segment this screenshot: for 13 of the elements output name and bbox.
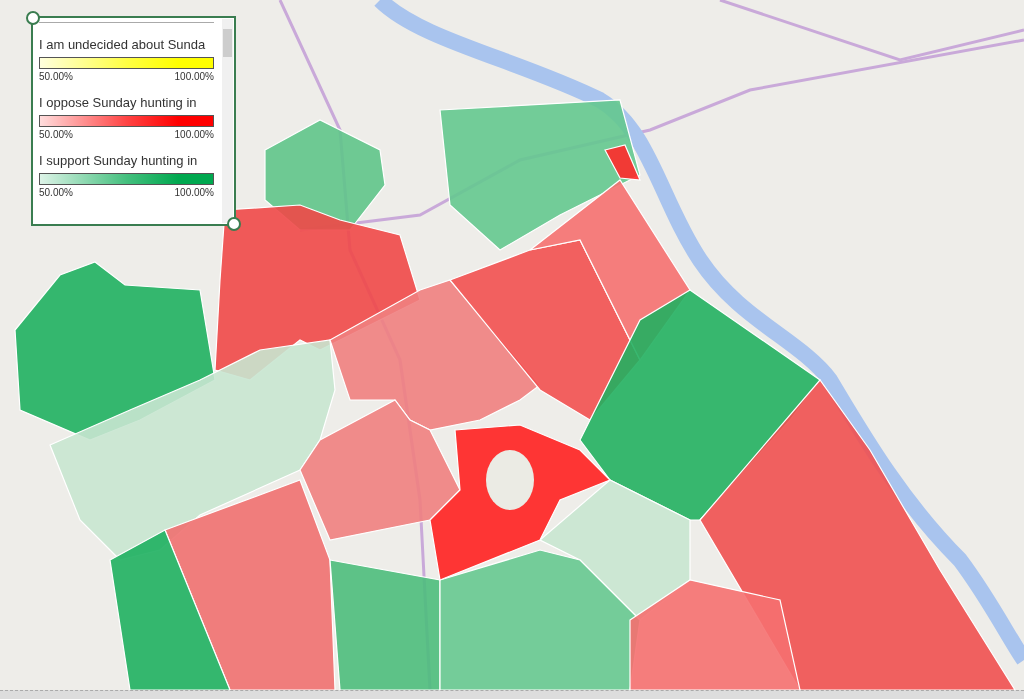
resize-handle[interactable] [26,11,40,25]
max-label: 100.00% [174,71,214,82]
min-label: 50.00% [39,71,73,82]
town-area [486,450,534,510]
min-label: 50.00% [39,129,73,140]
scroll-bar[interactable] [222,19,233,223]
max-label: 100.00% [174,129,214,140]
legend-title: I am undecided about Sunda [39,37,206,52]
min-label: 50.00% [39,187,73,198]
scroll-thumb[interactable] [223,29,232,57]
legend-title: I support Sunday hunting in [39,153,198,168]
legend-title: I oppose Sunday hunting in [39,95,197,110]
max-label: 100.00% [174,187,214,198]
